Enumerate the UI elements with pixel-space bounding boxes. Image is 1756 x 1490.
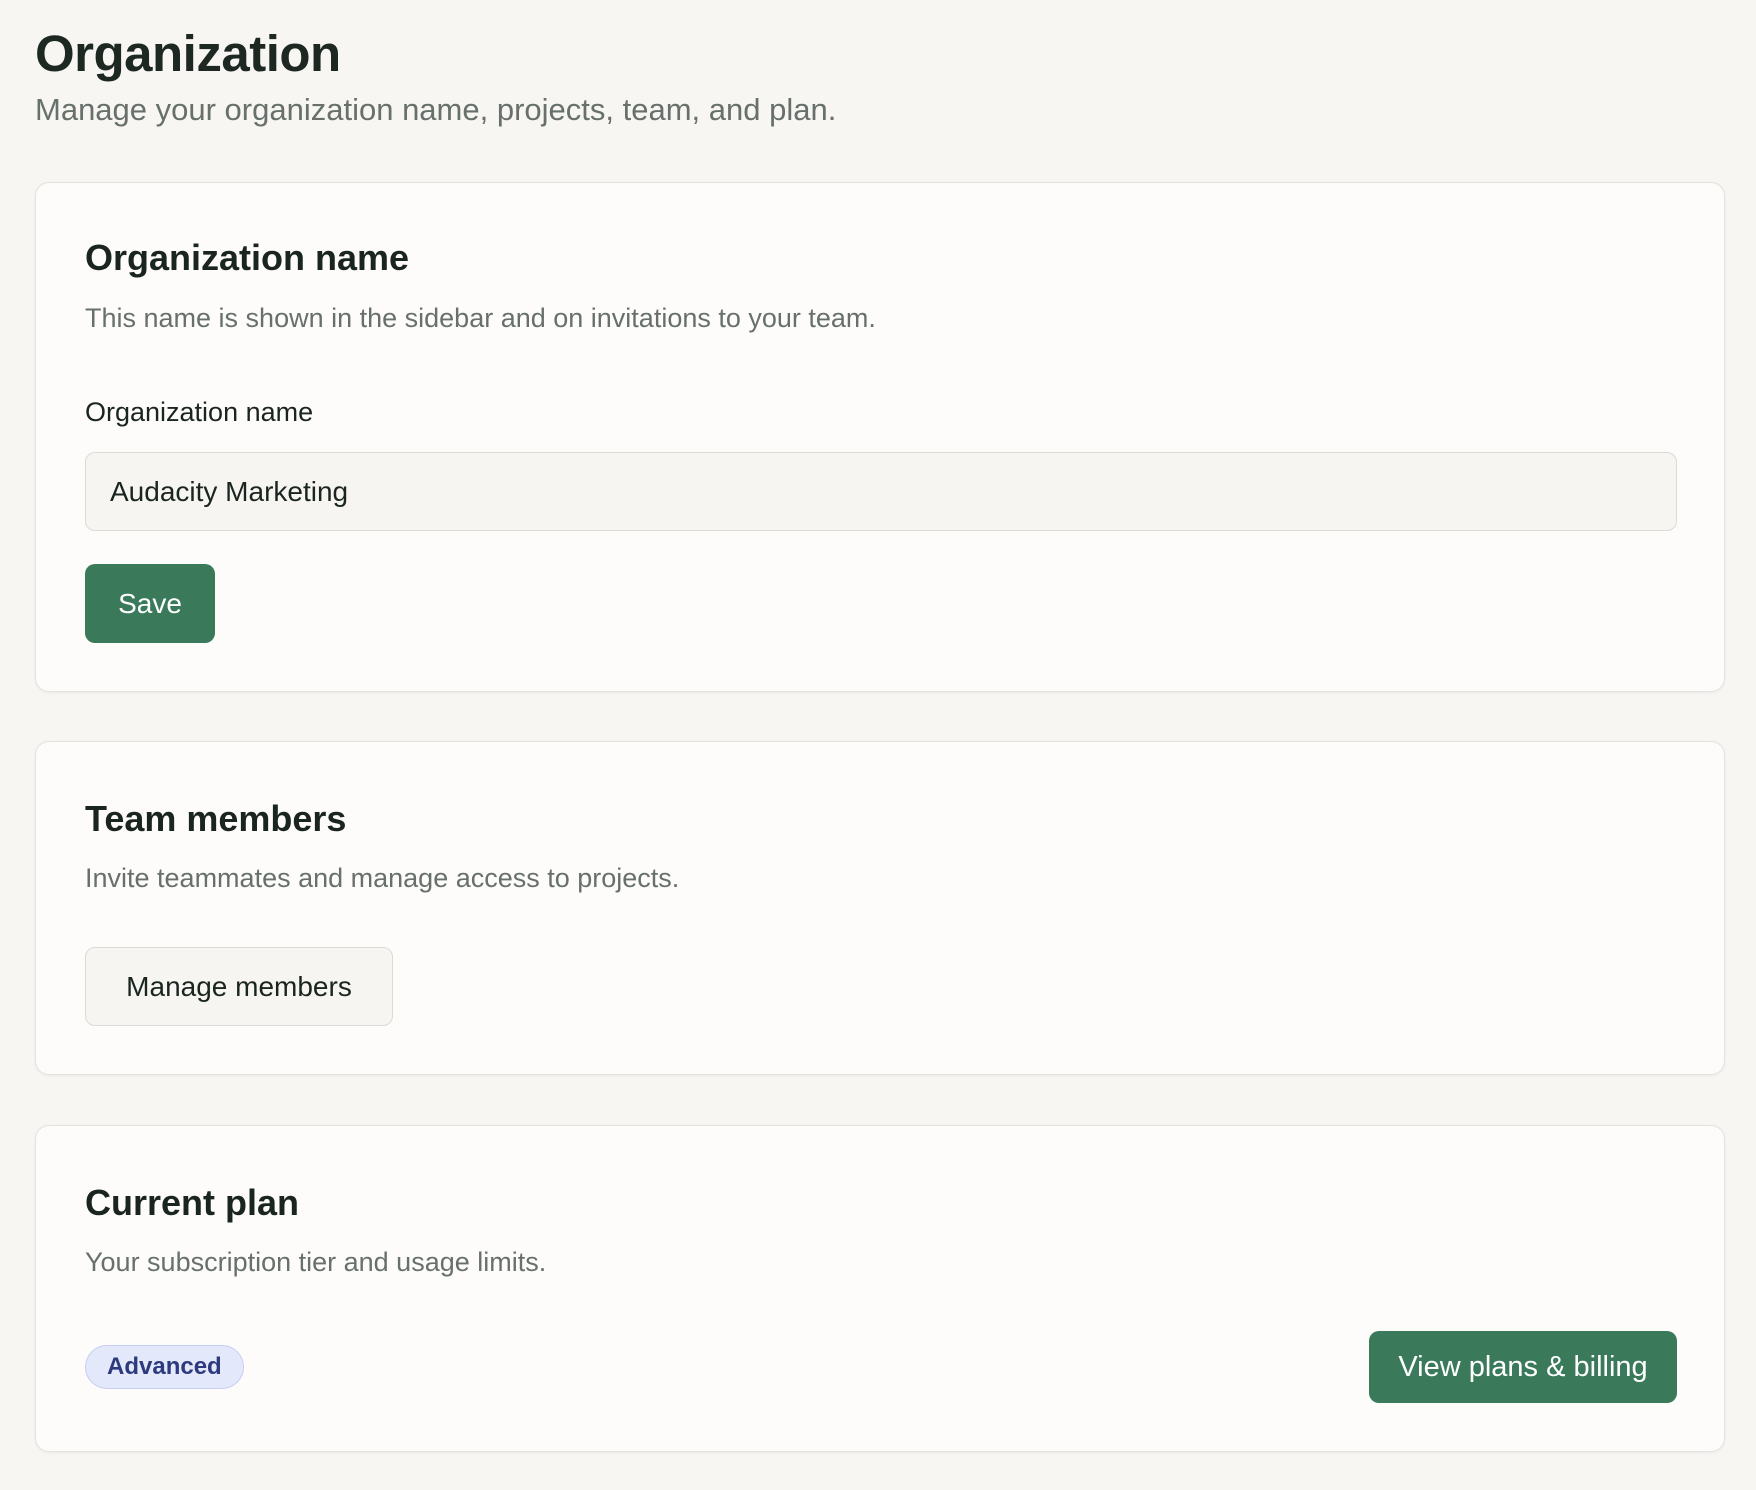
organization-name-card-title: Organization name — [85, 237, 410, 278]
current-plan-card: Current plan Your subscription tier and … — [35, 1125, 1725, 1452]
page-subtitle: Manage your organization name, projects,… — [35, 92, 837, 127]
page-title: Organization — [35, 25, 341, 82]
organization-name-input[interactable] — [85, 452, 1677, 531]
team-members-card-description: Invite teammates and manage access to pr… — [85, 863, 680, 893]
plan-tier-badge: Advanced — [85, 1345, 244, 1389]
team-members-card: Team members Invite teammates and manage… — [35, 741, 1725, 1075]
save-button[interactable]: Save — [85, 564, 215, 643]
current-plan-card-description: Your subscription tier and usage limits. — [85, 1247, 547, 1277]
organization-name-field-label: Organization name — [85, 397, 314, 427]
team-members-card-title: Team members — [85, 798, 347, 839]
organization-name-card: Organization name This name is shown in … — [35, 182, 1725, 692]
current-plan-card-title: Current plan — [85, 1182, 300, 1223]
view-plans-billing-button[interactable]: View plans & billing — [1369, 1331, 1677, 1403]
manage-members-button[interactable]: Manage members — [85, 947, 393, 1026]
organization-name-card-description: This name is shown in the sidebar and on… — [85, 303, 876, 333]
